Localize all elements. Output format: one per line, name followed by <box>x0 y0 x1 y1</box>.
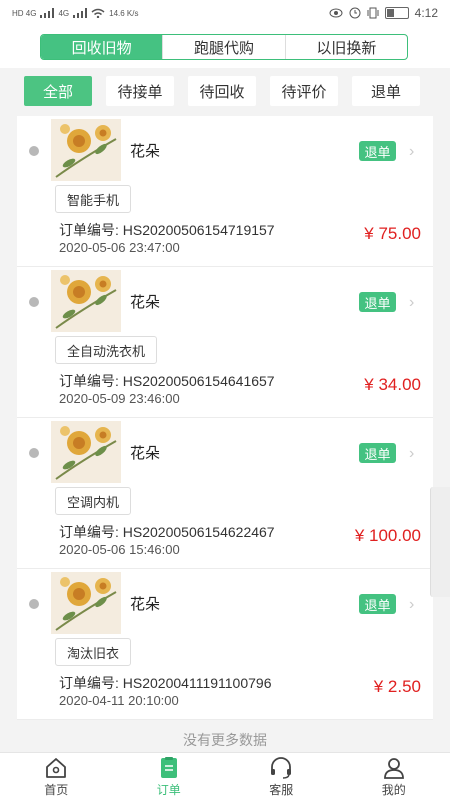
product-name: 花朵 <box>130 291 160 312</box>
signal-icon <box>40 8 54 18</box>
refund-button[interactable]: 退单 <box>359 292 396 312</box>
select-dot[interactable] <box>29 297 39 307</box>
category-tag: 全自动洗衣机 <box>55 336 157 364</box>
product-name: 花朵 <box>130 442 160 463</box>
filter-refund[interactable]: 退单 <box>352 76 420 106</box>
nav-mine-label: 我的 <box>382 781 406 798</box>
order-date: 2020-05-06 15:46:00 <box>59 542 180 557</box>
status-bar: HD 4G 4G 14.6 K/s 4:12 <box>0 0 450 26</box>
order-date: 2020-05-09 23:46:00 <box>59 391 180 406</box>
order-date: 2020-05-06 23:47:00 <box>59 240 180 255</box>
chevron-right-icon[interactable]: › <box>409 596 414 614</box>
vibrate-icon <box>367 7 379 19</box>
network-label: HD 4G <box>12 9 36 18</box>
wifi-icon <box>91 8 105 18</box>
network-label-2: 4G <box>58 9 69 18</box>
order-price: ¥ 100.00 <box>355 526 421 546</box>
order-price: ¥ 2.50 <box>374 677 421 697</box>
chevron-right-icon[interactable]: › <box>409 294 414 312</box>
filter-pending-accept[interactable]: 待接单 <box>106 76 174 106</box>
no-more-data: 没有更多数据 <box>0 730 450 750</box>
headset-icon <box>268 756 294 780</box>
order-item[interactable]: 花朵 退单 › 淘汰旧衣 订单编号: HS20200411191100796 2… <box>17 569 433 720</box>
alarm-icon <box>349 7 361 19</box>
category-tag: 淘汰旧衣 <box>55 638 131 666</box>
order-number: 订单编号: HS20200506154641657 <box>59 371 275 391</box>
order-date: 2020-04-11 20:10:00 <box>59 693 179 708</box>
product-thumbnail <box>51 270 121 332</box>
order-item[interactable]: 花朵 退单 › 全自动洗衣机 订单编号: HS20200506154641657… <box>17 267 433 418</box>
status-right: 4:12 <box>329 6 438 20</box>
select-dot[interactable] <box>29 448 39 458</box>
service-tabs: 回收旧物 跑腿代购 以旧换新 <box>40 34 408 60</box>
battery-icon <box>385 7 409 19</box>
category-tag: 空调内机 <box>55 487 131 515</box>
status-filters: 全部 待接单 待回收 待评价 退单 <box>0 68 450 114</box>
order-item[interactable]: 花朵 退单 › 空调内机 订单编号: HS20200506154622467 2… <box>17 418 433 569</box>
product-thumbnail <box>51 119 121 181</box>
home-icon <box>43 756 69 780</box>
order-list: 花朵 退单 › 智能手机 订单编号: HS20200506154719157 2… <box>17 116 433 720</box>
product-thumbnail <box>51 421 121 483</box>
order-price: ¥ 75.00 <box>364 224 421 244</box>
refund-button[interactable]: 退单 <box>359 594 396 614</box>
orders-icon <box>156 756 182 780</box>
order-number: 订单编号: HS20200506154719157 <box>59 220 275 240</box>
select-dot[interactable] <box>29 146 39 156</box>
product-name: 花朵 <box>130 593 160 614</box>
signal-icon-2 <box>73 8 87 18</box>
tab-trade-in[interactable]: 以旧换新 <box>285 35 407 59</box>
nav-home[interactable]: 首页 <box>0 753 113 801</box>
order-item[interactable]: 花朵 退单 › 智能手机 订单编号: HS20200506154719157 2… <box>17 116 433 267</box>
product-name: 花朵 <box>130 140 160 161</box>
nav-mine[interactable]: 我的 <box>338 753 450 801</box>
nav-service-label: 客服 <box>269 781 293 798</box>
nav-home-label: 首页 <box>44 781 68 798</box>
clock: 4:12 <box>415 6 438 20</box>
order-number: 订单编号: HS20200506154622467 <box>59 522 275 542</box>
category-tag: 智能手机 <box>55 185 131 213</box>
refund-button[interactable]: 退单 <box>359 141 396 161</box>
network-speed: 14.6 K/s <box>109 9 138 18</box>
filter-pending-pickup[interactable]: 待回收 <box>188 76 256 106</box>
nav-service[interactable]: 客服 <box>225 753 338 801</box>
user-icon <box>381 756 407 780</box>
filter-all[interactable]: 全部 <box>24 76 92 106</box>
refund-button[interactable]: 退单 <box>359 443 396 463</box>
tab-errand[interactable]: 跑腿代购 <box>162 35 284 59</box>
order-number: 订单编号: HS20200411191100796 <box>59 673 271 693</box>
chevron-right-icon[interactable]: › <box>409 445 414 463</box>
filter-pending-review[interactable]: 待评价 <box>270 76 338 106</box>
eye-icon <box>329 8 343 18</box>
nav-orders-label: 订单 <box>157 781 181 798</box>
status-left: HD 4G 4G 14.6 K/s <box>12 8 138 18</box>
top-bar: 回收旧物 跑腿代购 以旧换新 <box>0 26 450 68</box>
nav-orders[interactable]: 订单 <box>113 753 226 801</box>
select-dot[interactable] <box>29 599 39 609</box>
product-thumbnail <box>51 572 121 634</box>
chevron-right-icon[interactable]: › <box>409 143 414 161</box>
order-price: ¥ 34.00 <box>364 375 421 395</box>
side-handle[interactable] <box>430 487 450 597</box>
tab-recycle[interactable]: 回收旧物 <box>41 35 162 59</box>
bottom-nav: 首页 订单 客服 我的 <box>0 752 450 801</box>
